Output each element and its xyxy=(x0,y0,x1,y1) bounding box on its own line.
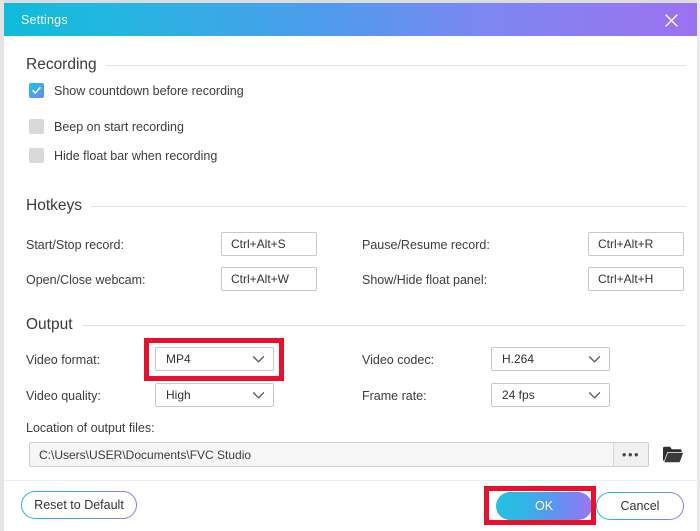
label-pause-resume-record: Pause/Resume record: xyxy=(362,238,490,252)
hotkey-open-close-webcam-input[interactable]: Ctrl+Alt+W xyxy=(221,267,317,291)
chevron-down-icon xyxy=(588,355,601,364)
video-format-dropdown[interactable]: MP4 xyxy=(155,347,274,371)
chevron-down-icon xyxy=(588,391,601,400)
section-divider xyxy=(105,64,686,66)
output-path-input[interactable]: C:\Users\USER\Documents\FVC Studio ••• xyxy=(29,442,649,467)
open-folder-button[interactable] xyxy=(660,442,686,467)
checkbox-box-unchecked[interactable] xyxy=(29,119,44,134)
video-codec-value: H.264 xyxy=(502,352,535,366)
checkbox-beep-on-start[interactable]: Beep on start recording xyxy=(29,119,184,134)
ok-label: OK xyxy=(534,499,554,513)
browse-button[interactable]: ••• xyxy=(613,443,648,466)
label-start-stop-record: Start/Stop record: xyxy=(26,238,124,252)
frame-rate-dropdown[interactable]: 24 fps xyxy=(491,383,610,407)
label-open-close-webcam: Open/Close webcam: xyxy=(26,273,146,287)
label-video-quality: Video quality: xyxy=(26,389,101,403)
hotkey-pause-resume-record-input[interactable]: Ctrl+Alt+R xyxy=(588,232,684,256)
chevron-down-icon xyxy=(252,355,265,364)
checkbox-show-countdown[interactable]: Show countdown before recording xyxy=(29,83,244,98)
window-title: Settings xyxy=(21,12,68,27)
reset-to-default-button[interactable]: Reset to Default xyxy=(21,491,137,519)
label-frame-rate: Frame rate: xyxy=(362,389,427,403)
ok-button[interactable]: OK xyxy=(496,492,592,520)
section-title-recording: Recording xyxy=(26,56,97,73)
checkbox-hide-float-bar[interactable]: Hide float bar when recording xyxy=(29,148,217,163)
video-quality-value: High xyxy=(166,388,191,402)
label-video-format: Video format: xyxy=(26,353,101,367)
settings-body: Recording Show countdown before recordin… xyxy=(4,36,697,480)
video-format-value: MP4 xyxy=(166,352,191,366)
section-title-hotkeys: Hotkeys xyxy=(26,197,82,214)
checkbox-label: Show countdown before recording xyxy=(54,83,244,98)
section-divider xyxy=(81,324,686,326)
checkbox-box-checked[interactable] xyxy=(29,83,44,98)
checkbox-label: Hide float bar when recording xyxy=(54,148,218,163)
section-header-output: Output xyxy=(26,316,686,334)
checkbox-label: Beep on start recording xyxy=(54,119,184,134)
label-video-codec: Video codec: xyxy=(362,353,435,367)
hotkey-show-hide-float-panel-input[interactable]: Ctrl+Alt+H xyxy=(588,267,684,291)
cancel-button[interactable]: Cancel xyxy=(596,492,684,520)
section-header-recording: Recording xyxy=(26,56,686,74)
label-show-hide-float-panel: Show/Hide float panel: xyxy=(362,273,488,287)
chevron-down-icon xyxy=(252,391,265,400)
video-codec-dropdown[interactable]: H.264 xyxy=(491,347,610,371)
settings-dialog: Settings Recording Show countdown before… xyxy=(0,0,700,531)
label-output-location: Location of output files: xyxy=(26,421,155,435)
dialog-footer: Reset to Default OK Cancel xyxy=(4,480,697,531)
close-icon xyxy=(664,13,679,28)
video-quality-dropdown[interactable]: High xyxy=(155,383,274,407)
section-header-hotkeys: Hotkeys xyxy=(26,197,686,215)
section-divider xyxy=(91,205,686,207)
checkbox-box-unchecked[interactable] xyxy=(29,148,44,163)
cancel-label: Cancel xyxy=(620,499,660,513)
browse-button-label: ••• xyxy=(621,446,641,462)
reset-to-default-label: Reset to Default xyxy=(34,498,124,512)
output-path-value: C:\Users\USER\Documents\FVC Studio xyxy=(39,447,252,462)
close-button[interactable] xyxy=(653,7,689,33)
folder-icon xyxy=(662,445,684,464)
hotkey-start-stop-record-input[interactable]: Ctrl+Alt+S xyxy=(221,232,317,256)
frame-rate-value: 24 fps xyxy=(502,388,535,402)
section-title-output: Output xyxy=(26,316,73,333)
title-bar: Settings xyxy=(4,3,697,36)
